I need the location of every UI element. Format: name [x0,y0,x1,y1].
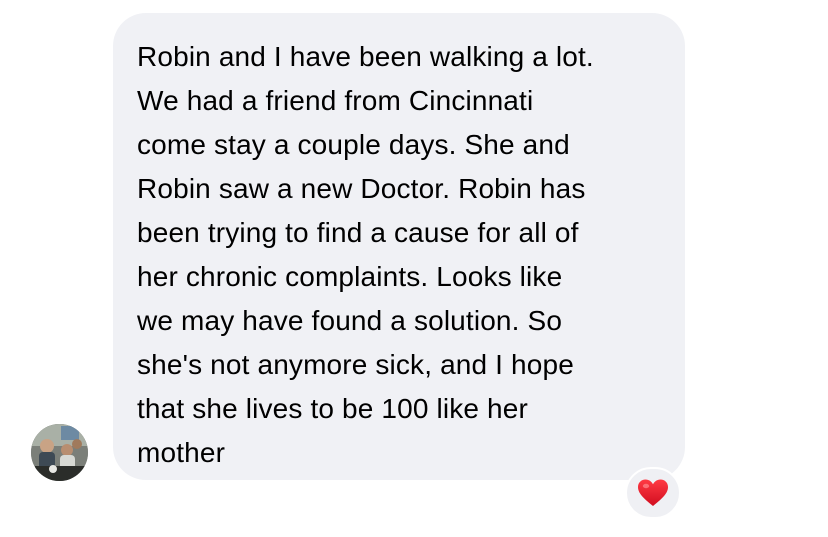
avatar-photo-icon [31,424,88,481]
message-text: Robin and I have been walking a lot. We … [137,41,594,468]
message-thread: Robin and I have been walking a lot. We … [0,0,828,537]
heart-reaction[interactable] [625,467,681,519]
red-heart-icon [638,479,668,506]
message-bubble[interactable]: Robin and I have been walking a lot. We … [113,13,685,480]
sender-avatar[interactable] [31,424,88,481]
